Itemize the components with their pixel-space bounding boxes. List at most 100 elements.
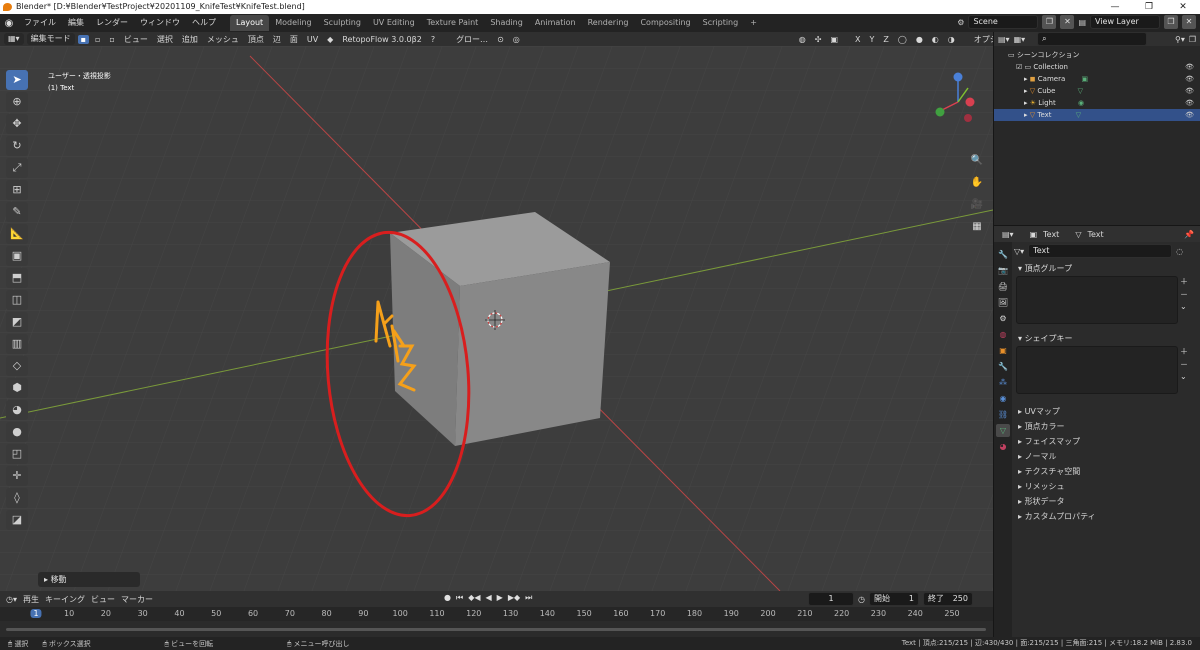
pin-icon[interactable]: 📌 xyxy=(1184,230,1194,239)
current-frame-indicator[interactable]: 1 xyxy=(30,609,42,618)
prev-keyframe-icon[interactable]: ◆◀ xyxy=(468,593,480,603)
options-menu[interactable]: オプション xyxy=(971,34,993,45)
light-data-icon[interactable]: ◉ xyxy=(1078,99,1084,107)
menu-edge[interactable]: 辺 xyxy=(270,34,284,45)
camera-view-icon[interactable]: 🎥 xyxy=(968,196,986,214)
tab-physics-icon[interactable]: ◉ xyxy=(996,392,1010,405)
timeline-editor-icon[interactable]: ◷▾ xyxy=(6,595,17,604)
frame-tick[interactable]: 180 xyxy=(687,609,702,618)
vertex-group-menu-button[interactable]: ⌄ xyxy=(1180,302,1188,311)
gizmo-icon[interactable]: ✣ xyxy=(812,35,825,44)
play-icon[interactable]: ▶ xyxy=(497,593,503,603)
frame-tick[interactable]: 90 xyxy=(358,609,368,618)
eye-icon[interactable]: 👁 xyxy=(1185,109,1194,121)
frame-tick[interactable]: 220 xyxy=(834,609,849,618)
current-frame-field[interactable]: 1 xyxy=(808,592,854,606)
outliner-item-light[interactable]: ▸ ☀ Light ◉ 👁 xyxy=(994,97,1200,109)
menu-uv[interactable]: UV xyxy=(304,35,321,44)
tab-compositing[interactable]: Compositing xyxy=(634,15,696,31)
remove-vertex-group-button[interactable]: － xyxy=(1180,289,1188,300)
collection-row[interactable]: ☑ ▭ Collection 👁 xyxy=(994,61,1200,73)
shape-key-menu-button[interactable]: ⌄ xyxy=(1180,372,1188,381)
end-frame-field[interactable]: 終了 250 xyxy=(922,592,973,606)
transform-tool-icon[interactable]: ⊞ xyxy=(6,180,28,200)
tab-constraints-icon[interactable]: ⛓ xyxy=(996,408,1010,421)
tab-shading[interactable]: Shading xyxy=(484,15,529,31)
collapsed-panel-header[interactable]: ▸ カスタムプロパティ xyxy=(1014,509,1198,524)
menu-view[interactable]: ビュー xyxy=(121,34,151,45)
outliner-item-cube[interactable]: ▸ ▽ Cube ▽ 👁 xyxy=(994,85,1200,97)
cube-front-face[interactable] xyxy=(455,262,610,446)
solid-shading-icon[interactable]: ● xyxy=(913,35,926,44)
collapsed-panel-header[interactable]: ▸ 形状データ xyxy=(1014,494,1198,509)
zoom-icon[interactable]: 🔍 xyxy=(968,152,986,170)
gizmo-z-axis[interactable] xyxy=(953,72,963,82)
frame-tick[interactable]: 120 xyxy=(466,609,481,618)
eye-icon[interactable]: 👁 xyxy=(1185,73,1194,85)
tab-material-icon[interactable]: ◕ xyxy=(996,440,1010,453)
add-shape-key-button[interactable]: ＋ xyxy=(1180,346,1188,357)
menu-playback[interactable]: 再生 xyxy=(23,594,39,605)
eye-icon[interactable]: 👁 xyxy=(1185,85,1194,97)
delete-scene-button[interactable]: ✕ xyxy=(1060,15,1075,29)
frame-tick[interactable]: 210 xyxy=(797,609,812,618)
frame-tick[interactable]: 60 xyxy=(248,609,258,618)
fake-user-icon[interactable]: ◌ xyxy=(1176,247,1183,256)
eye-icon[interactable]: 👁 xyxy=(1185,61,1194,73)
menu-face[interactable]: 面 xyxy=(287,34,301,45)
select-mode-face-icon[interactable]: ▫ xyxy=(106,35,117,44)
mesh-data-icon[interactable]: ▽ xyxy=(1076,111,1081,119)
cursor-tool-icon[interactable]: ⊕ xyxy=(6,92,28,112)
wireframe-shading-icon[interactable]: ◯ xyxy=(895,35,910,44)
frame-tick[interactable]: 100 xyxy=(393,609,408,618)
rip-region-tool-icon[interactable]: ◪ xyxy=(6,510,28,530)
delete-view-layer-button[interactable]: ✕ xyxy=(1182,15,1196,29)
menu-vertex[interactable]: 頂点 xyxy=(245,34,267,45)
clock-icon[interactable]: ◷ xyxy=(858,595,865,604)
retopoflow-menu[interactable]: RetopoFlow 3.0.0β2 xyxy=(339,35,424,44)
tab-output-icon[interactable]: 🖨 xyxy=(996,280,1010,293)
tab-particles-icon[interactable]: ⁂ xyxy=(996,376,1010,389)
menu-file[interactable]: ファイル xyxy=(18,14,62,32)
loop-cut-tool-icon[interactable]: ▥ xyxy=(6,334,28,354)
frame-tick[interactable]: 110 xyxy=(429,609,444,618)
tab-scene-icon[interactable]: ⚙ xyxy=(996,312,1010,325)
frame-tick[interactable]: 190 xyxy=(724,609,739,618)
menu-help[interactable]: ヘルプ xyxy=(186,14,222,32)
remove-shape-key-button[interactable]: － xyxy=(1180,359,1188,370)
material-shading-icon[interactable]: ◐ xyxy=(929,35,942,44)
menu-keying[interactable]: キーイング xyxy=(45,594,85,605)
editor-type-icon[interactable]: ▦▾ xyxy=(4,33,24,45)
select-tool-icon[interactable]: ➤ xyxy=(6,70,28,90)
mirror-y-toggle[interactable]: Y xyxy=(866,35,877,44)
properties-editor-icon[interactable]: ▤▾ xyxy=(1002,230,1014,239)
shape-keys-list[interactable] xyxy=(1016,346,1178,394)
maximize-button[interactable]: ❐ xyxy=(1132,0,1166,14)
outliner-item-text[interactable]: ▸ ▽ Text ▽ 👁 xyxy=(994,109,1200,121)
help-icon[interactable]: ? xyxy=(428,35,438,44)
tab-texture-paint[interactable]: Texture Paint xyxy=(421,15,485,31)
orientation-selector[interactable]: グロー… xyxy=(453,34,491,45)
add-cube-tool-icon[interactable]: ▣ xyxy=(6,246,28,266)
frame-tick[interactable]: 30 xyxy=(138,609,148,618)
data-name-field[interactable]: Text xyxy=(1028,244,1173,258)
last-operator-panel[interactable]: ▸ 移動 xyxy=(38,572,140,587)
gizmo-neg-x[interactable] xyxy=(964,114,972,122)
ortho-grid-icon[interactable]: ▦ xyxy=(968,218,986,236)
filter-icon[interactable]: ⚲▾ xyxy=(1175,35,1185,44)
menu-timeline-view[interactable]: ビュー xyxy=(91,594,115,605)
shape-keys-panel-header[interactable]: ▾ シェイプキー xyxy=(1014,332,1198,346)
tab-tool-icon[interactable]: 🔧 xyxy=(996,248,1010,261)
collapsed-panel-header[interactable]: ▸ フェイスマップ xyxy=(1014,434,1198,449)
display-mode-icon[interactable]: ▦▾ xyxy=(1014,35,1026,44)
retopoflow-icon[interactable]: ◆ xyxy=(324,35,336,44)
eye-icon[interactable]: 👁 xyxy=(1185,97,1194,109)
start-frame-field[interactable]: 開始 1 xyxy=(868,592,919,606)
proportional-edit-icon[interactable]: ◎ xyxy=(510,35,523,44)
tab-uv-editing[interactable]: UV Editing xyxy=(367,15,421,31)
frame-tick[interactable]: 20 xyxy=(101,609,111,618)
vertex-groups-list[interactable] xyxy=(1016,276,1178,324)
camera-data-icon[interactable]: ▣ xyxy=(1082,75,1089,83)
new-collection-icon[interactable]: ❐ xyxy=(1189,35,1196,44)
tab-rendering[interactable]: Rendering xyxy=(582,15,635,31)
